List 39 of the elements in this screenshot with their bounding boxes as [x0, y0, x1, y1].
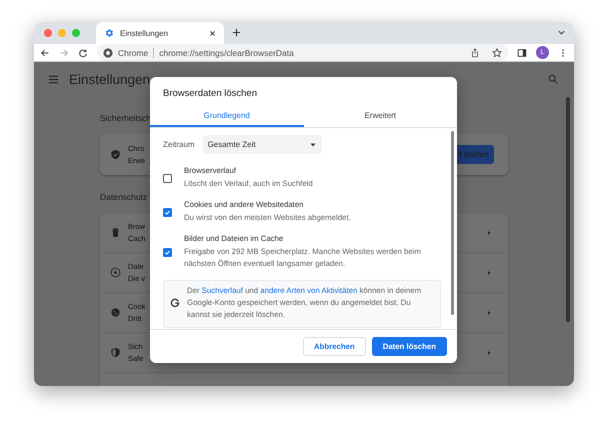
browser-tab[interactable]: Einstellungen	[96, 22, 224, 44]
browser-logo-icon	[103, 48, 113, 58]
arrow-right-icon	[486, 230, 492, 236]
compass-icon	[110, 267, 121, 278]
cookie-icon	[110, 307, 121, 318]
back-icon[interactable]	[40, 48, 50, 58]
checkbox[interactable]	[163, 248, 172, 256]
share-icon[interactable]	[470, 48, 480, 58]
section-heading: Sicherheitsch	[100, 113, 152, 125]
page-title: Einstellungen	[69, 72, 150, 86]
checkbox[interactable]	[163, 208, 172, 216]
section-heading: Datenschutz	[100, 192, 148, 204]
time-range-dropdown[interactable]: Gesamte Zeit	[202, 135, 322, 154]
trash-icon	[110, 227, 121, 238]
address-bar[interactable]: Chrome chrome://settings/clearBrowserData	[97, 44, 508, 61]
arrow-right-icon	[486, 350, 492, 356]
dialog-title: Browserdaten löschen	[162, 87, 258, 101]
chevron-down-icon[interactable]	[557, 28, 566, 37]
time-range-label: Zeitraum	[163, 140, 195, 149]
tab-title: Einstellungen	[120, 28, 170, 38]
shield-icon	[110, 148, 121, 160]
arrow-right-icon	[486, 310, 492, 316]
side-panel-icon[interactable]	[517, 48, 527, 58]
caret-icon	[310, 142, 316, 146]
checkbox[interactable]	[163, 174, 172, 182]
reload-icon[interactable]	[78, 48, 88, 58]
dialog-tab[interactable]: Erweitert	[304, 106, 457, 127]
menu-icon[interactable]	[48, 74, 59, 84]
star-icon[interactable]	[492, 48, 502, 58]
scrollbar-thumb[interactable]	[566, 97, 570, 322]
scrollbar-thumb[interactable]	[451, 131, 454, 315]
settings-icon	[104, 28, 114, 38]
shield-icon	[110, 347, 121, 358]
search-icon[interactable]	[548, 74, 558, 84]
g-letter-icon	[170, 298, 180, 308]
close-icon[interactable]	[209, 30, 216, 36]
arrow-right-icon	[486, 270, 492, 276]
new-tab-icon[interactable]	[232, 28, 241, 37]
dialog-tab[interactable]: Grundlegend	[150, 106, 304, 127]
